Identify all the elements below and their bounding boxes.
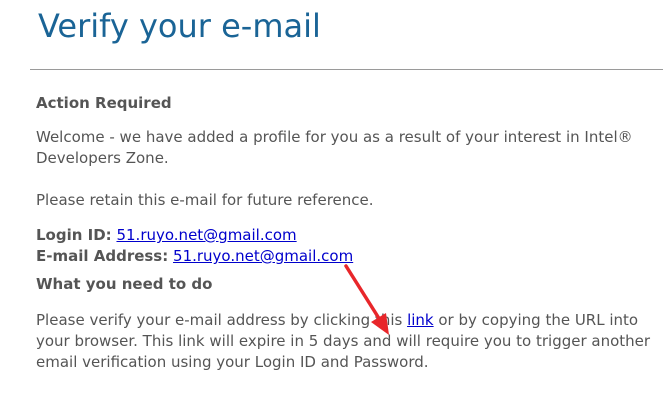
page-title: Verify your e-mail [38,7,321,45]
email-body: Action Required Welcome - we have added … [36,93,656,373]
retain-paragraph: Please retain this e-mail for future ref… [36,191,374,209]
verify-text-before: Please verify your e-mail address by cli… [36,311,408,329]
action-required-heading: Action Required [36,94,172,112]
what-to-do-heading: What you need to do [36,275,213,293]
title-divider [30,69,663,70]
email-page: Verify your e-mail Action Required Welco… [0,0,663,409]
verify-paragraph: Please verify your e-mail address by cli… [36,310,656,373]
verify-link[interactable]: link [407,311,434,329]
email-address-link[interactable]: 51.ruyo.net@gmail.com [173,247,353,265]
welcome-paragraph: Welcome - we have added a profile for yo… [36,128,633,167]
login-id-link[interactable]: 51.ruyo.net@gmail.com [116,226,296,244]
login-id-label: Login ID: [36,226,112,244]
login-id-row: Login ID: 51.ruyo.net@gmail.com [36,225,656,246]
email-address-row: E-mail Address: 51.ruyo.net@gmail.com [36,246,656,267]
email-address-label: E-mail Address: [36,247,169,265]
